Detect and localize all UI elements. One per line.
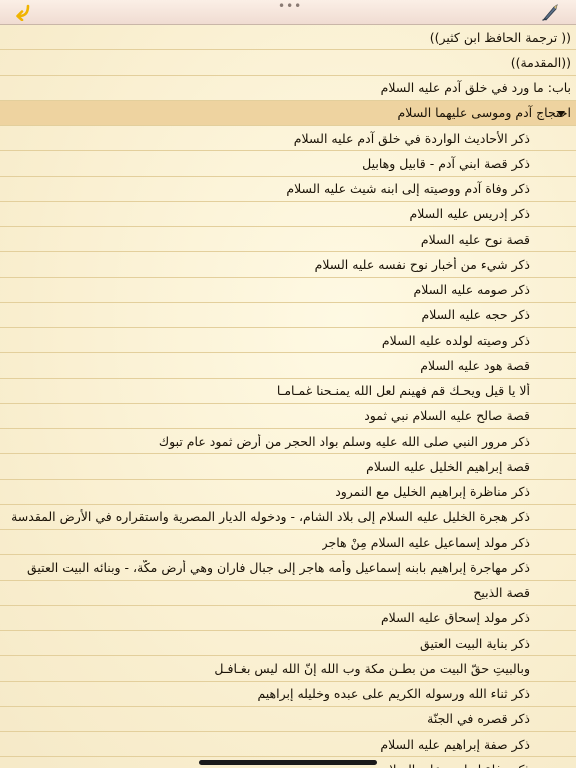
list-item-label: ذكر صفة إبراهيم عليه السلام — [380, 736, 530, 752]
list-item[interactable]: ذكر ثناء الله ورسوله الكريم على عبده وخل… — [0, 682, 576, 707]
list-item-label: ذكر ثناء الله ورسوله الكريم على عبده وخل… — [257, 686, 530, 702]
list-item[interactable]: ذكر مناظرة إبراهيم الخليل مع النمرود — [0, 480, 576, 505]
list-item-label: وبالبيتِ حقّ البيت من بطـن مكة وب الله إ… — [214, 660, 530, 676]
list-item-label: قصة نوح عليه السلام — [420, 231, 530, 247]
list-item-label: ذكر مناظرة إبراهيم الخليل مع النمرود — [335, 484, 530, 500]
list-item-label: قصة إبراهيم الخليل عليه السلام — [366, 458, 530, 474]
list-item[interactable]: (( ترجمة الحافظ ابن كثير)) — [0, 25, 576, 51]
list-item[interactable]: ذكر حجه عليه السلام — [0, 303, 576, 328]
list-item-label: قصة الذبيح — [473, 585, 530, 601]
back-arrow-icon[interactable] — [12, 3, 34, 21]
more-dots-icon[interactable]: ••• — [278, 0, 301, 12]
list-item[interactable]: ذكر إدريس عليه السلام — [0, 202, 576, 227]
list-item-label: ذكر مولد إسماعيل عليه السلام مِنْ هاجر — [321, 534, 530, 550]
list-item[interactable]: قصة الذبيح — [0, 581, 576, 606]
list-item[interactable]: ذكر الأحاديث الواردة في خلق آدم عليه الس… — [0, 126, 576, 152]
table-of-contents-list[interactable]: (( ترجمة الحافظ ابن كثير)) ((المقدمة)) باب… — [0, 25, 576, 768]
list-item-label: ذكر شيء من أخبار نوح نفسه عليه السلام — [314, 256, 530, 272]
list-item[interactable]: ذكر قصره في الجنّة — [0, 707, 576, 732]
list-item-label: ذكر مهاجرة إبراهيم بابنه إسماعيل وأمه ها… — [26, 559, 530, 575]
list-item[interactable]: قصة نوح عليه السلام — [0, 227, 576, 253]
list-item[interactable]: ذكر هجرة الخليل عليه السلام إلى بلاد الش… — [0, 505, 576, 530]
list-item-label: قصة هود عليه السلام — [420, 357, 530, 373]
list-item[interactable]: ذكر صفة إبراهيم عليه السلام — [0, 732, 576, 758]
list-item-label: ذكر الأحاديث الواردة في خلق آدم عليه الس… — [293, 130, 530, 146]
list-item[interactable]: ذكر وفاة آدم ووصيته إلى ابنه شيث عليه ال… — [0, 177, 576, 202]
top-toolbar: ••• — [0, 0, 576, 25]
list-item[interactable]: ذكر مهاجرة إبراهيم بابنه إسماعيل وأمه ها… — [0, 555, 576, 581]
list-item-selected[interactable]: احتجاج آدم وموسى عليهما السلام — [0, 100, 576, 126]
list-item[interactable]: ذكر صومه عليه السلام — [0, 278, 576, 303]
list-item-label: قصة صالح عليه السلام نبي ثمود — [364, 408, 530, 424]
list-item[interactable]: قصة إبراهيم الخليل عليه السلام — [0, 454, 576, 480]
list-item[interactable]: ((المقدمة)) — [0, 50, 576, 76]
list-item[interactable]: قصة صالح عليه السلام نبي ثمود — [0, 404, 576, 429]
list-item[interactable]: ألا يا قيل ويحـك قم فهينم لعل الله يمنـح… — [0, 379, 576, 404]
list-item-label: ذكر وصيته لولده عليه السلام — [381, 332, 530, 348]
list-item[interactable]: ذكر قصة ابني آدم - قابيل وهابيل — [0, 151, 576, 177]
list-item[interactable]: ذكر وصيته لولده عليه السلام — [0, 328, 576, 354]
list-item-label: ذكر بناية البيت العتيق — [420, 635, 530, 651]
list-item-label: ذكر صومه عليه السلام — [413, 282, 530, 298]
list-item[interactable]: ذكر مرور النبي صلى الله عليه وسلم بواد ا… — [0, 429, 576, 455]
list-item[interactable]: قصة هود عليه السلام — [0, 353, 576, 379]
list-item-label: باب: ما ورد في خلق آدم عليه السلام — [380, 80, 571, 96]
list-item-label: ذكر قصة ابني آدم - قابيل وهابيل — [362, 155, 530, 171]
list-item-label: ذكر هجرة الخليل عليه السلام إلى بلاد الش… — [11, 509, 530, 525]
list-item[interactable]: ذكر شيء من أخبار نوح نفسه عليه السلام — [0, 252, 576, 278]
list-item-label: ذكر حجه عليه السلام — [421, 307, 530, 323]
list-item[interactable]: باب: ما ورد في خلق آدم عليه السلام — [0, 76, 576, 101]
list-item-label: ذكر وفاة إبراهيم عليه السلام — [382, 762, 576, 768]
list-item[interactable]: ذكر مولد إسحاق عليه السلام — [0, 606, 576, 631]
list-item-label: (( ترجمة الحافظ ابن كثير)) — [429, 29, 571, 45]
list-item[interactable]: ذكر مولد إسماعيل عليه السلام مِنْ هاجر — [0, 530, 576, 556]
list-item-label: احتجاج آدم وموسى عليهما السلام — [397, 105, 571, 121]
list-item-label: ذكر مرور النبي صلى الله عليه وسلم بواد ا… — [158, 433, 530, 449]
list-item-label: ذكر قصره في الجنّة — [427, 711, 530, 727]
list-item-label: ألا يا قيل ويحـك قم فهينم لعل الله يمنـح… — [276, 383, 530, 399]
expanded-triangle-icon[interactable] — [556, 109, 566, 119]
list-item-label: ذكر إدريس عليه السلام — [409, 206, 530, 222]
list-item[interactable]: ذكر بناية البيت العتيق — [0, 631, 576, 657]
list-item-label: ذكر وفاة آدم ووصيته إلى ابنه شيث عليه ال… — [286, 181, 530, 197]
list-item-label: ذكر مولد إسحاق عليه السلام — [380, 610, 530, 626]
quill-tool-icon[interactable] — [540, 2, 562, 22]
list-item[interactable]: وبالبيتِ حقّ البيت من بطـن مكة وب الله إ… — [0, 656, 576, 682]
home-indicator[interactable] — [199, 760, 377, 765]
list-item-label: ((المقدمة)) — [510, 54, 571, 70]
